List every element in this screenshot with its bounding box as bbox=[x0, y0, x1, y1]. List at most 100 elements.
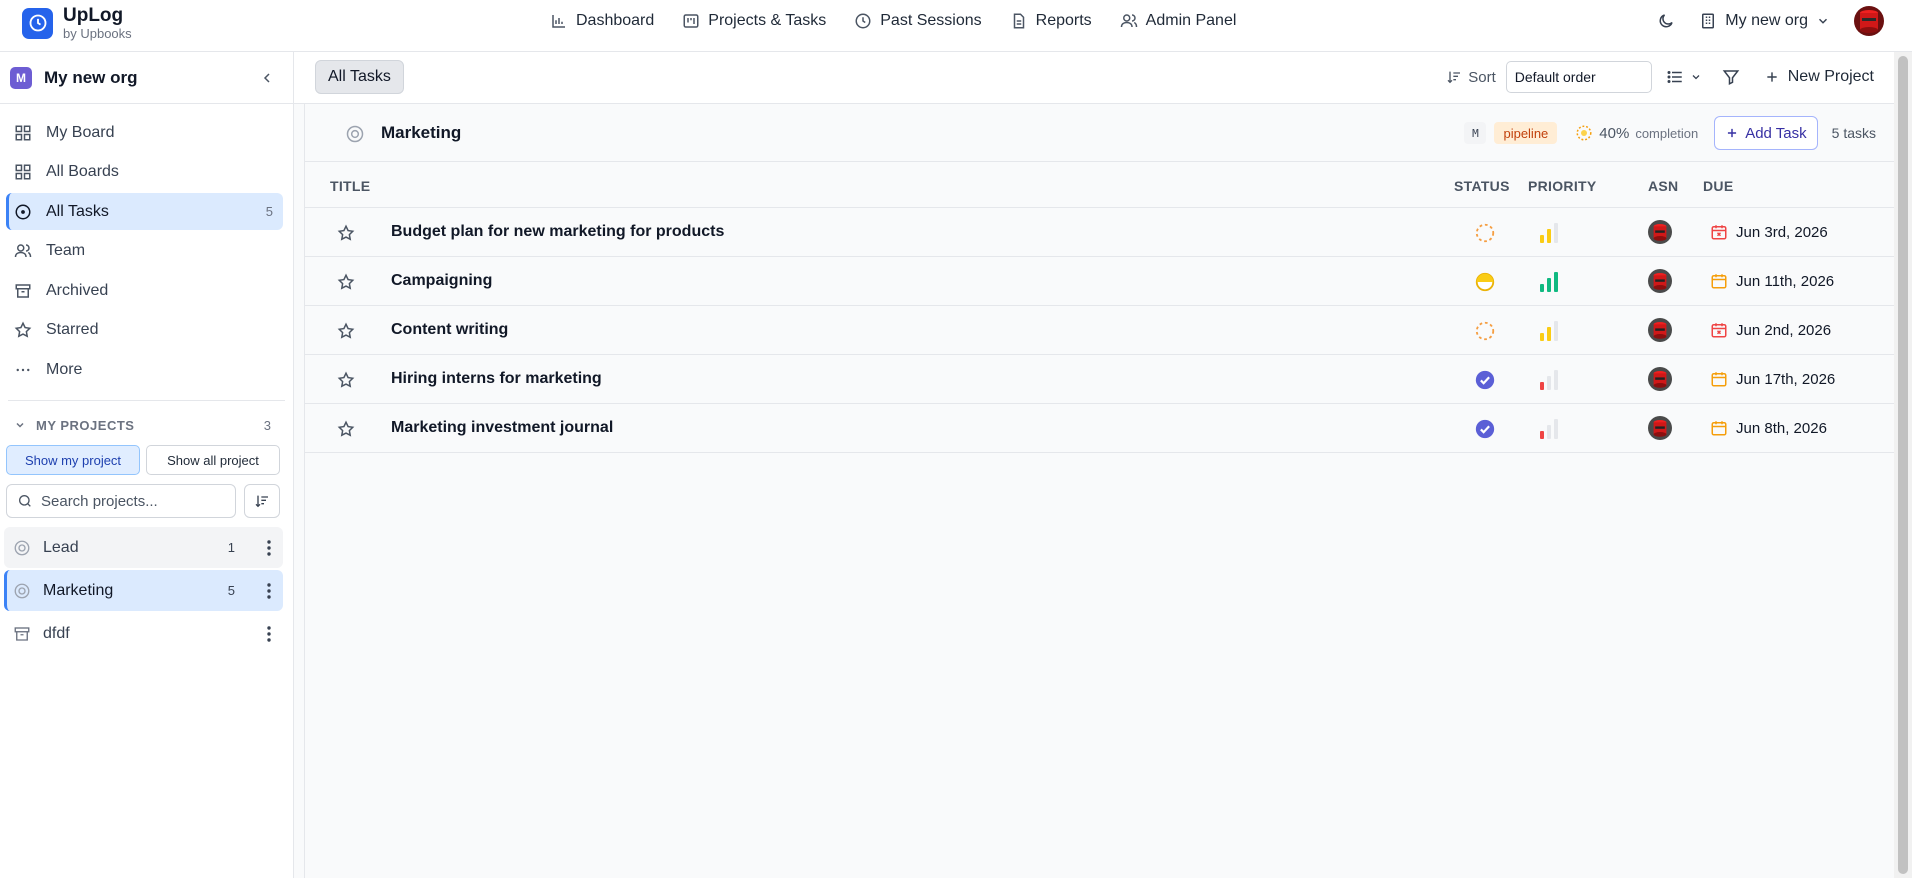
org-switcher[interactable]: My new org bbox=[1699, 12, 1830, 30]
status-todo-icon[interactable] bbox=[1474, 222, 1496, 244]
sort-label: Sort bbox=[1446, 69, 1496, 86]
task-title[interactable]: Marketing investment journal bbox=[391, 419, 613, 437]
new-project-button[interactable]: New Project bbox=[1764, 68, 1874, 86]
star-icon[interactable] bbox=[337, 420, 355, 438]
project-task-total: 5 tasks bbox=[1831, 125, 1876, 141]
user-avatar[interactable] bbox=[1854, 6, 1884, 36]
column-header-title[interactable]: TITLE bbox=[330, 178, 370, 194]
nav-dashboard[interactable]: Dashboard bbox=[550, 12, 654, 30]
task-due-date[interactable]: Jun 17th, 2026 bbox=[1710, 370, 1835, 388]
sidebar-item-all-tasks[interactable]: All Tasks 5 bbox=[6, 193, 283, 230]
task-title[interactable]: Content writing bbox=[391, 321, 508, 339]
table-row[interactable]: Content writing Jun 2nd, 2026 bbox=[305, 306, 1900, 355]
task-due-date[interactable]: Jun 11th, 2026 bbox=[1710, 272, 1834, 290]
project-filter-buttons: Show my project Show all project bbox=[0, 435, 293, 475]
sidebar-item-starred[interactable]: Starred bbox=[6, 312, 283, 349]
project-sort-button[interactable] bbox=[244, 484, 280, 518]
status-done-icon[interactable] bbox=[1474, 369, 1496, 391]
clock-logo-icon bbox=[22, 7, 53, 39]
calendar-icon bbox=[1711, 274, 1727, 289]
sidebar-item-team[interactable]: Team bbox=[6, 233, 283, 270]
star-icon[interactable] bbox=[337, 371, 355, 389]
project-item-marketing[interactable]: Marketing 5 bbox=[4, 570, 283, 611]
status-done-icon[interactable] bbox=[1474, 418, 1496, 440]
sidebar-item-all-boards[interactable]: All Boards bbox=[6, 154, 283, 191]
assignee-avatar[interactable] bbox=[1648, 318, 1672, 342]
priority-low-icon[interactable] bbox=[1538, 419, 1560, 439]
brand-name: UpLog bbox=[63, 5, 124, 26]
project-search-box bbox=[6, 484, 236, 518]
assignee-avatar[interactable] bbox=[1648, 220, 1672, 244]
calendar-icon bbox=[1711, 372, 1727, 387]
add-task-button[interactable]: Add Task bbox=[1714, 116, 1818, 150]
status-todo-icon[interactable] bbox=[1474, 320, 1496, 342]
priority-medium-icon[interactable] bbox=[1538, 223, 1560, 243]
task-table-header: TITLE STATUS PRIORITY ASN DUE bbox=[305, 162, 1900, 208]
filter-icon[interactable] bbox=[1722, 68, 1740, 86]
task-due-date[interactable]: Jun 3rd, 2026 bbox=[1710, 223, 1828, 241]
assignee-avatar[interactable] bbox=[1648, 269, 1672, 293]
table-row[interactable]: Budget plan for new marketing for produc… bbox=[305, 208, 1900, 257]
tab-all-tasks[interactable]: All Tasks bbox=[315, 60, 404, 94]
status-in-progress-icon[interactable] bbox=[1474, 271, 1496, 293]
star-icon[interactable] bbox=[337, 273, 355, 291]
task-panel: Marketing M pipeline 40% completion Add … bbox=[304, 104, 1900, 878]
nav-projects-tasks[interactable]: Projects & Tasks bbox=[682, 12, 826, 30]
project-title: Marketing bbox=[381, 122, 462, 142]
table-row[interactable]: Hiring interns for marketing Jun 17th, 2… bbox=[305, 355, 1900, 404]
priority-medium-icon[interactable] bbox=[1538, 321, 1560, 341]
priority-high-icon[interactable] bbox=[1538, 272, 1560, 292]
search-projects-input[interactable] bbox=[41, 492, 221, 510]
moon-icon[interactable] bbox=[1657, 12, 1675, 30]
completion-label: completion bbox=[1635, 125, 1699, 141]
scrollbar-thumb[interactable] bbox=[1898, 56, 1908, 874]
nav-past-sessions[interactable]: Past Sessions bbox=[854, 12, 982, 30]
more-vertical-icon[interactable] bbox=[267, 582, 271, 599]
completion-percent: 40% bbox=[1599, 124, 1630, 142]
column-header-due[interactable]: DUE bbox=[1703, 178, 1733, 194]
table-row[interactable]: Campaigning Jun 11th, 2026 bbox=[305, 257, 1900, 306]
project-item-lead[interactable]: Lead 1 bbox=[4, 527, 283, 568]
toolbar-actions: Sort Default order New Project bbox=[1446, 61, 1874, 93]
task-due-date[interactable]: Jun 2nd, 2026 bbox=[1710, 321, 1831, 339]
column-header-status[interactable]: STATUS bbox=[1454, 178, 1510, 194]
brand[interactable]: UpLog by Upbooks bbox=[22, 6, 132, 40]
brand-subtitle: by Upbooks bbox=[63, 26, 132, 41]
project-key-badge: M bbox=[1464, 122, 1487, 144]
more-vertical-icon[interactable] bbox=[267, 625, 271, 642]
nav-reports[interactable]: Reports bbox=[1010, 12, 1092, 30]
assignee-avatar[interactable] bbox=[1648, 367, 1672, 391]
sidebar-item-label: All Boards bbox=[46, 163, 119, 180]
sidebar-item-archived[interactable]: Archived bbox=[6, 272, 283, 309]
sidebar-item-label: Team bbox=[46, 242, 86, 259]
task-title[interactable]: Hiring interns for marketing bbox=[391, 370, 602, 388]
task-title[interactable]: Budget plan for new marketing for produc… bbox=[391, 223, 724, 241]
my-projects-header[interactable]: MY PROJECTS 3 bbox=[0, 415, 293, 435]
nav-admin-panel[interactable]: Admin Panel bbox=[1120, 12, 1236, 30]
view-mode-button[interactable] bbox=[1666, 68, 1702, 86]
sidebar-item-more[interactable]: More bbox=[6, 351, 283, 388]
assignee-avatar[interactable] bbox=[1648, 416, 1672, 440]
sidebar-item-label: Archived bbox=[46, 281, 109, 299]
table-row[interactable]: Marketing investment journal Jun 8th, 20… bbox=[305, 404, 1900, 453]
page-scrollbar[interactable] bbox=[1894, 52, 1912, 878]
bar-chart-icon bbox=[552, 15, 565, 28]
column-header-priority[interactable]: PRIORITY bbox=[1528, 178, 1597, 194]
column-header-asn[interactable]: ASN bbox=[1648, 178, 1678, 194]
star-icon[interactable] bbox=[337, 322, 355, 340]
sidebar-item-my-board[interactable]: My Board bbox=[6, 114, 283, 151]
project-list: Lead 1 Marketing 5 dfdf bbox=[0, 518, 293, 654]
task-due-date[interactable]: Jun 8th, 2026 bbox=[1710, 419, 1827, 437]
priority-low-icon[interactable] bbox=[1538, 370, 1560, 390]
project-item-dfdf[interactable]: dfdf bbox=[4, 613, 283, 654]
star-icon[interactable] bbox=[337, 224, 355, 242]
project-name: dfdf bbox=[43, 624, 70, 642]
nav-label: Reports bbox=[1035, 12, 1092, 29]
show-my-project-button[interactable]: Show my project bbox=[6, 445, 140, 475]
chevron-left-icon[interactable] bbox=[259, 70, 275, 86]
sort-order-select[interactable]: Default order bbox=[1505, 61, 1652, 93]
more-vertical-icon[interactable] bbox=[267, 539, 271, 556]
sidebar-item-count: 5 bbox=[265, 204, 273, 219]
show-all-project-button[interactable]: Show all project bbox=[146, 445, 280, 475]
task-title[interactable]: Campaigning bbox=[391, 272, 492, 290]
